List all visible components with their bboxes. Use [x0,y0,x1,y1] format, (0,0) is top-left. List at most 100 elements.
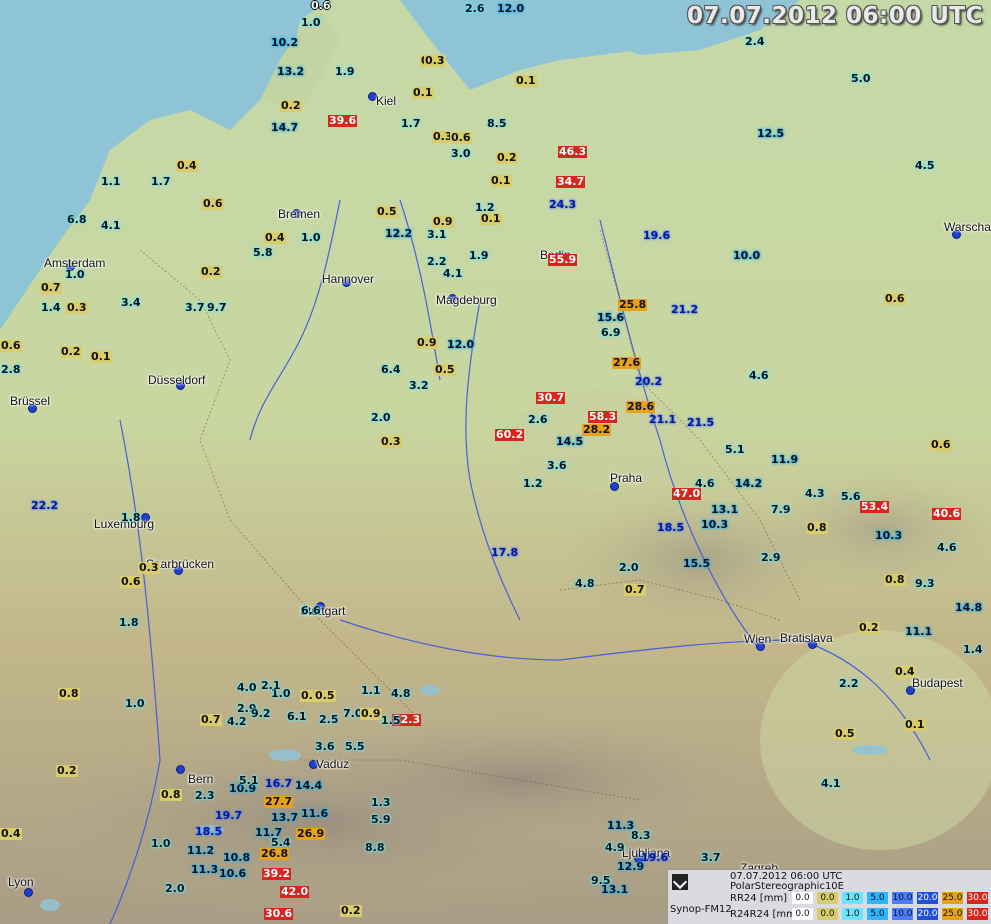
station-value: 14.4 [295,779,323,792]
station-value: 1.0 [301,16,321,29]
station-value: 1.0 [151,837,171,850]
station-value: 34.7 [556,175,586,188]
station-value: 13.2 [277,65,305,78]
station-value: 0.5 [376,205,398,218]
station-value: 0.7 [200,713,222,726]
station-value: 3.0 [451,147,471,160]
station-value: 0.4 [176,159,198,172]
station-value: 30.6 [264,907,294,920]
station-value: 6.6 [301,604,321,617]
station-value: 21.1 [649,413,677,426]
station-value: 0.7 [40,281,62,294]
station-value: 22.2 [31,499,59,512]
station-value: 1.7 [151,175,171,188]
station-value: 8.8 [365,841,385,854]
station-value: 3.2 [409,379,429,392]
city-label-warschau: Warschau [944,220,991,234]
station-value: 0.6 [0,339,22,352]
station-value: 12.0 [447,338,475,351]
station-value: 4.2 [227,715,247,728]
station-value: 1.4 [963,643,983,656]
station-value: 14.7 [271,121,299,134]
station-value: 11.6 [301,807,329,820]
station-value: 1.0 [65,268,85,281]
station-value: 5.9 [371,813,391,826]
station-value: 3.6 [547,459,567,472]
station-value: 4.1 [101,219,121,232]
station-value: 11.2 [187,844,215,857]
station-value: 9.3 [915,577,935,590]
station-value: 58.3 [588,410,618,423]
legend-row2-label: R24R24 [mm] [730,909,800,920]
station-value: 1.5 [381,714,401,727]
station-value: 1.7 [401,117,421,130]
station-value: 0.4 [894,665,916,678]
station-value: 1.1 [101,175,121,188]
station-value: 15.6 [597,311,625,324]
station-value: 2.4 [745,35,765,48]
station-value: 13.7 [271,811,299,824]
city-label-bremen: Bremen [278,207,321,221]
legend-swatch: 20.0 [917,892,938,904]
station-value: 20.2 [635,375,663,388]
map-timestamp: 07.07.2012 06:00 UTC [687,3,983,29]
station-value: 1.0 [125,697,145,710]
station-value: 6.4 [381,363,401,376]
legend-swatch: 5.0 [867,892,888,904]
station-value: 0.9 [416,336,438,349]
station-value: 6.8 [67,213,87,226]
station-value: 2.2 [839,677,859,690]
legend-swatch: 0.0 [817,892,838,904]
station-value: 12.5 [757,127,785,140]
station-value: 1.8 [121,511,141,524]
station-value: 11.1 [905,625,933,638]
station-value: 39.2 [262,867,292,880]
station-value: 3.7 [185,301,205,314]
station-value: 16.7 [265,777,293,790]
station-value: 0.1 [904,718,926,731]
station-value: 9.7 [207,301,227,314]
station-value: 10.8 [223,851,251,864]
station-value: 4.8 [391,687,411,700]
station-value: 4.6 [749,369,769,382]
station-value: 5.8 [253,246,273,259]
station-value: 0.3 [138,561,160,574]
station-value: 1.4 [41,301,61,314]
city-label-bratislava: Bratislava [780,631,833,645]
city-label-dsseldorf: Düsseldorf [148,373,206,387]
station-value: 27.7 [264,795,294,808]
station-value: 2.0 [619,561,639,574]
station-value: 0.3 [66,301,88,314]
station-value: 18.5 [195,825,223,838]
station-value: 0.2 [200,265,222,278]
station-value: 5.1 [725,443,745,456]
station-value: 2.8 [1,363,21,376]
station-value: 1.1 [361,684,381,697]
station-value: 2.0 [165,882,185,895]
legend-swatch: 10.0 [892,892,913,904]
legend-swatch: 5.0 [867,908,888,920]
legend-row1-label: RR24 [mm] [730,893,788,904]
station-value: 40.6 [932,507,962,520]
station-value: 0.2 [56,764,78,777]
legend-source: Synop-FM12 [670,904,732,915]
station-value: 5.1 [239,774,259,787]
station-value: 18.5 [657,521,685,534]
station-value: 19.7 [215,809,243,822]
station-value: 5.0 [851,72,871,85]
legend-swatch: 30.0 [967,908,988,920]
city-label-magdeburg: Magdeburg [436,293,497,307]
station-value: 10.6 [219,867,247,880]
expand-icon[interactable] [672,874,688,890]
station-value: 12.0 [497,2,525,15]
station-value: 55.9 [548,253,578,266]
station-value: 2.1 [261,679,281,692]
station-value: 9.2 [251,707,271,720]
legend-swatch: 0.0 [792,892,813,904]
city-label-wien: Wien [744,632,772,646]
station-value: 27.6 [612,356,642,369]
station-value: 4.6 [937,541,957,554]
station-value: 4.1 [821,777,841,790]
station-value: 60.2 [495,428,525,441]
station-value: 0.4 [0,827,22,840]
